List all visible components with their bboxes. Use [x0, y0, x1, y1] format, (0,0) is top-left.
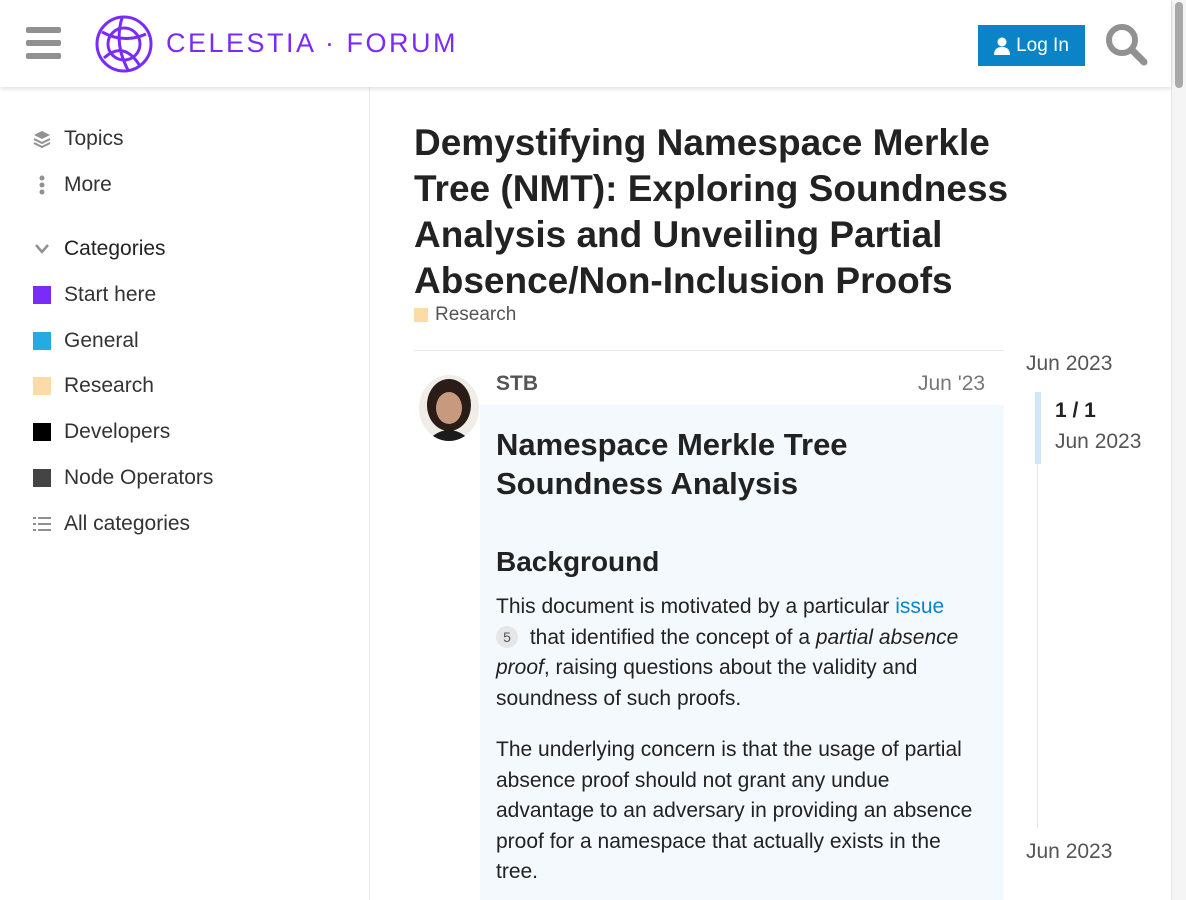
category-color-swatch [33, 423, 51, 441]
topic-title[interactable]: Demystifying Namespace Merkle Tree (NMT)… [414, 120, 1054, 304]
celestia-forum-logo[interactable]: CELESTIA · FORUM [94, 14, 459, 74]
post-date[interactable]: Jun '23 [918, 372, 985, 396]
layers-icon [32, 129, 52, 149]
issue-link[interactable]: issue [895, 595, 944, 618]
site-header: CELESTIA · FORUM Log In [0, 0, 1171, 87]
login-button-label: Log In [1016, 34, 1069, 56]
sidebar-item-developers[interactable]: Developers [32, 415, 170, 449]
sidebar-item-label: Research [64, 374, 154, 397]
page-scrollbar[interactable] [1171, 0, 1186, 900]
post-author[interactable]: STB [496, 372, 538, 396]
categories-header-label: Categories [64, 237, 166, 260]
chevron-down-icon [32, 239, 52, 259]
sidebar-item-all-categories[interactable]: All categories [32, 507, 190, 541]
list-icon [32, 514, 52, 534]
sidebar-item-label: General [64, 329, 139, 352]
category-color-swatch [33, 469, 51, 487]
category-color-swatch [33, 377, 51, 395]
sidebar-item-research[interactable]: Research [32, 369, 154, 403]
sidebar-item-topics[interactable]: Topics [32, 122, 124, 156]
category-color-swatch [33, 286, 51, 304]
sidebar-item-more[interactable]: More [32, 168, 112, 202]
post-heading: Namespace Merkle Tree Soundness Analysis [496, 427, 848, 501]
topic-divider [414, 350, 1004, 351]
sidebar-item-label: Topics [64, 127, 124, 150]
sidebar-item-label: Node Operators [64, 466, 214, 489]
link-click-count-badge: 5 [496, 625, 518, 648]
post-content: Namespace Merkle Tree Soundness Analysis… [480, 405, 1004, 900]
celestia-logo-icon [95, 15, 153, 73]
post-subheading: Background [496, 546, 660, 577]
timeline-end-date[interactable]: Jun 2023 [1026, 840, 1112, 864]
paragraph-text: This document is motivated by a particul… [496, 595, 896, 618]
sidebar-item-general[interactable]: General [32, 324, 139, 358]
sidebar-item-label: Developers [64, 420, 171, 443]
sidebar-item-label: More [64, 173, 112, 196]
paragraph-text: , raising questions about the validity a… [496, 656, 918, 710]
timeline-start-date[interactable]: Jun 2023 [1026, 352, 1112, 376]
avatar[interactable] [419, 375, 479, 441]
search-icon[interactable] [1104, 22, 1148, 66]
sidebar-item-label: Start here [64, 283, 157, 306]
category-color-swatch [33, 332, 51, 350]
categories-section-toggle[interactable]: Categories [32, 232, 166, 266]
sidebar-item-node-operators[interactable]: Node Operators [32, 461, 213, 495]
sidebar-item-label: All categories [64, 512, 191, 535]
sidebar: Topics More Categories Start here Genera… [0, 87, 370, 900]
user-icon [994, 37, 1011, 55]
login-button[interactable]: Log In [978, 25, 1085, 66]
post-paragraph: This document is motivated by a particul… [496, 592, 988, 714]
paragraph-text: that identified the concept of a [524, 625, 816, 649]
timeline-handle[interactable] [1035, 392, 1041, 464]
timeline-position: 1 / 1 [1055, 399, 1096, 422]
scrollbar-thumb[interactable] [1175, 2, 1183, 88]
topic-category-label: Research [435, 304, 517, 325]
topic-category-badge[interactable]: Research [414, 304, 516, 326]
sidebar-item-start-here[interactable]: Start here [32, 278, 156, 312]
post-paragraph: The underlying concern is that the usage… [496, 738, 973, 883]
logo-text: CELESTIA · FORUM [166, 28, 459, 58]
hamburger-menu-icon[interactable] [26, 27, 61, 59]
timeline-handle-date: Jun 2023 [1055, 430, 1142, 453]
ellipsis-vertical-icon [32, 175, 52, 195]
category-color-swatch [414, 308, 428, 322]
